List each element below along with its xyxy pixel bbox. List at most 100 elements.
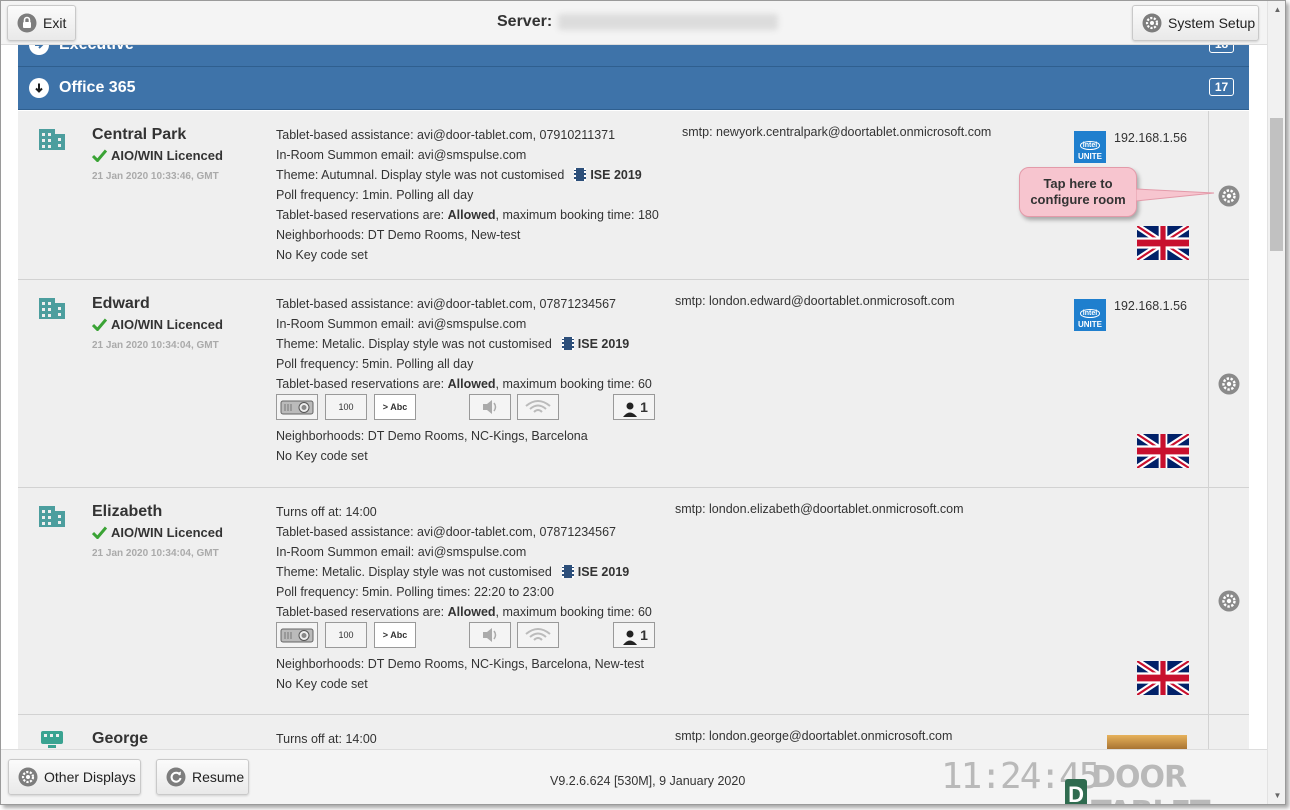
licence-label: AIO/WIN Licenced — [111, 317, 223, 332]
licence-label: AIO/WIN Licenced — [111, 148, 223, 163]
scrollbar-thumb[interactable] — [1270, 118, 1283, 251]
licence-status: AIO/WIN Licenced — [92, 317, 223, 332]
last-seen-timestamp: 21 Jan 2020 10:34:04, GMT — [92, 340, 219, 351]
room-name: Central Park — [92, 126, 187, 143]
wifi-icon — [517, 394, 559, 420]
intel-label: intel — [1079, 309, 1101, 318]
server-label: Server: — [497, 13, 553, 30]
smtp-address: smtp: london.george@doortablet.onmicroso… — [675, 729, 953, 743]
room-details-footer: Neighborhoods: DT Demo Rooms, NC-Kings, … — [276, 654, 644, 694]
tooltip-pointer — [1136, 188, 1215, 202]
assistance-line: Tablet-based assistance: avi@door-tablet… — [276, 297, 616, 311]
building-icon — [39, 129, 65, 150]
intel-unite-icon: intel UNITE — [1074, 131, 1106, 163]
capacity-icon: 1 — [613, 622, 655, 648]
configure-room-gear-icon[interactable] — [1218, 373, 1240, 395]
checkmark-icon — [92, 526, 107, 539]
bottom-bar: Other Displays Resume V9.2.6.624 [530M],… — [1, 749, 1267, 804]
other-displays-label: Other Displays — [44, 769, 136, 785]
display-value: 100 — [338, 630, 354, 640]
room-row-george[interactable]: George Turns off at: 14:00 smtp: london.… — [18, 715, 1249, 749]
tablet-room-icon — [41, 731, 63, 748]
room-name: Edward — [92, 295, 150, 312]
scroll-down-arrow-icon[interactable]: ▼ — [1268, 787, 1285, 804]
exit-label: Exit — [43, 15, 67, 31]
projector-icon — [276, 622, 318, 648]
display-monitor-icon: 100 — [325, 622, 367, 648]
group-header-office-365[interactable]: Office 365 17 — [18, 67, 1249, 110]
display-monitor-icon: 100 — [325, 394, 367, 420]
ip-address: 192.168.1.56 — [1114, 299, 1187, 313]
door-tablet-logo-icon: D — [1065, 779, 1088, 804]
room-list[interactable]: Executive 18 Office 365 17 Central Park … — [1, 45, 1267, 749]
brand-name: DOOR TABLET — [1091, 760, 1210, 804]
refresh-icon — [166, 767, 186, 787]
version-info: V9.2.6.624 [530M], 9 January 2020 — [550, 774, 746, 788]
gear-icon — [1142, 13, 1162, 33]
room-details-footer: Neighborhoods: DT Demo Rooms, NC-Kings, … — [276, 426, 588, 466]
checkmark-icon — [92, 149, 107, 162]
last-seen-timestamp: 21 Jan 2020 10:34:04, GMT — [92, 548, 219, 559]
room-details: Turns off at: 14:00 — [276, 729, 377, 749]
room-row-edward[interactable]: Edward AIO/WIN Licenced 21 Jan 2020 10:3… — [18, 280, 1249, 488]
top-bar: Exit Server: System Setup — [1, 1, 1267, 45]
system-setup-button[interactable]: System Setup — [1132, 5, 1259, 41]
reservations-line: Tablet-based reservations are: Allowed, … — [276, 205, 659, 225]
room-photo — [1107, 735, 1187, 749]
other-displays-button[interactable]: Other Displays — [8, 759, 141, 795]
theme-badge: ISE 2019 — [577, 337, 630, 351]
uk-flag-icon — [1137, 661, 1189, 695]
room-details: Turns off at: 14:00 Tablet-based assista… — [276, 502, 652, 622]
reservations-text: Tablet-based reservations are: — [276, 377, 448, 391]
exit-button[interactable]: Exit — [7, 5, 76, 41]
speaker-icon — [469, 622, 511, 648]
resume-button[interactable]: Resume — [156, 759, 249, 795]
theme-badge: ISE 2019 — [577, 565, 630, 579]
screen-text-label: > Abc — [382, 402, 408, 412]
theme-text: Theme: Metalic. Display style was not cu… — [276, 337, 552, 351]
building-icon — [39, 506, 65, 527]
configure-room-gear-icon[interactable] — [1218, 590, 1240, 612]
scroll-up-arrow-icon[interactable]: ▲ — [1268, 1, 1285, 18]
configure-column — [1208, 280, 1249, 487]
summon-email-line: In-Room Summon email: avi@smspulse.com — [276, 545, 527, 559]
room-name: Elizabeth — [92, 503, 163, 520]
arrow-down-icon — [29, 78, 49, 98]
server-address-redacted — [558, 14, 779, 30]
tooltip-line-1: Tap here to — [1043, 176, 1113, 191]
smtp-address: smtp: newyork.centralpark@doortablet.onm… — [682, 125, 992, 139]
lock-icon — [17, 13, 37, 33]
arrow-right-icon — [29, 45, 49, 55]
unite-label: UNITE — [1078, 152, 1102, 161]
licence-label: AIO/WIN Licenced — [111, 525, 223, 540]
capacity-count: 1 — [640, 399, 648, 415]
smtp-address: smtp: london.edward@doortablet.onmicroso… — [675, 294, 955, 308]
theme-text: Theme: Metalic. Display style was not cu… — [276, 565, 552, 579]
last-seen-timestamp: 21 Jan 2020 10:33:46, GMT — [92, 171, 219, 182]
reservations-status: Allowed — [447, 208, 496, 222]
room-row-elizabeth[interactable]: Elizabeth AIO/WIN Licenced 21 Jan 2020 1… — [18, 488, 1249, 715]
ip-address: 192.168.1.56 — [1114, 131, 1187, 145]
configure-room-gear-icon[interactable] — [1218, 185, 1240, 207]
neighborhoods-line: Neighborhoods: DT Demo Rooms, NC-Kings, … — [276, 429, 588, 443]
group-header-executive[interactable]: Executive 18 — [18, 45, 1249, 67]
configure-room-tooltip: Tap here to configure room — [1019, 167, 1137, 217]
room-name: George — [92, 730, 149, 747]
screen-text-icon: > Abc — [374, 622, 416, 648]
turns-off-line: Turns off at: 14:00 — [276, 505, 377, 519]
theme-line: Theme: Metalic. Display style was not cu… — [276, 562, 652, 582]
key-code-line: No Key code set — [276, 449, 368, 463]
vertical-scrollbar[interactable]: ▲ ▼ — [1267, 1, 1285, 804]
neighborhoods-line: Neighborhoods: DT Demo Rooms, NC-Kings, … — [276, 657, 644, 671]
building-icon — [39, 298, 65, 319]
reservations-text: Tablet-based reservations are: — [276, 208, 448, 222]
group-name: Office 365 — [59, 79, 136, 96]
reservations-line: Tablet-based reservations are: Allowed, … — [276, 602, 652, 622]
film-icon — [561, 337, 574, 350]
resume-label: Resume — [192, 769, 245, 785]
reservations-max: , maximum booking time: 180 — [495, 208, 659, 222]
group-name: Executive — [59, 45, 134, 54]
intel-label: intel — [1079, 141, 1101, 150]
reservations-text: Tablet-based reservations are: — [276, 605, 448, 619]
gear-icon — [18, 767, 38, 787]
